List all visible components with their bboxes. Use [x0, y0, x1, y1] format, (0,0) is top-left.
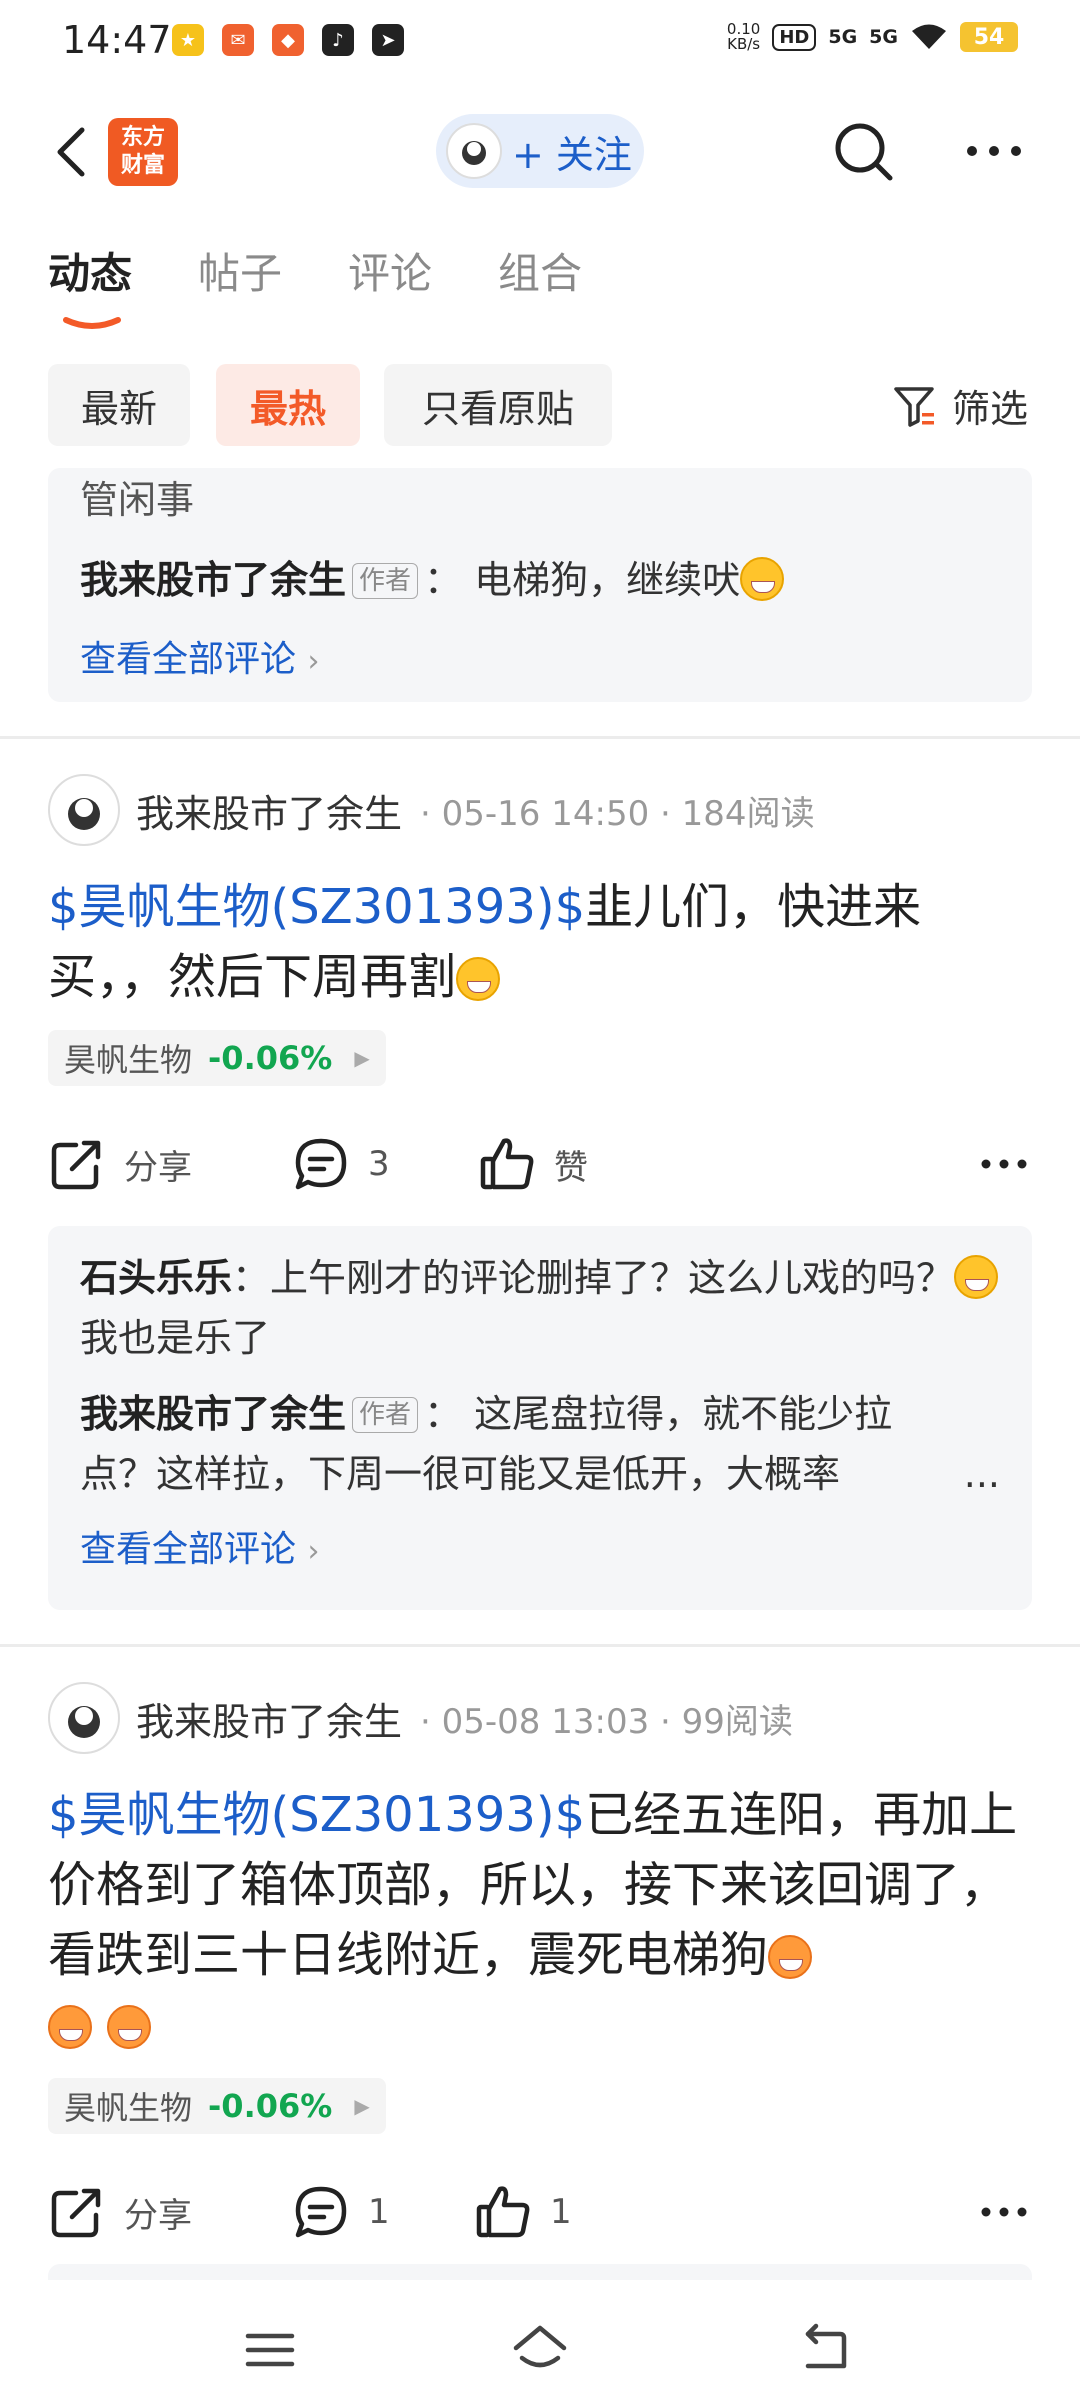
- post-author[interactable]: 我来股市了余生: [136, 1691, 402, 1746]
- like-button[interactable]: 1: [474, 2172, 572, 2252]
- like-button[interactable]: 赞: [478, 1124, 588, 1204]
- more-icon[interactable]: [976, 1136, 1032, 1192]
- follow-label: + 关注: [512, 132, 632, 177]
- hot-face-emoji-icon: [768, 1935, 813, 1979]
- post-card[interactable]: 我来股市了余生 · 05-16 14:50 · 184阅读 $昊帆生物(SZ30…: [48, 774, 1032, 1204]
- status-app-icons: ★ ✉ ◆ ♪ ➤: [172, 24, 404, 56]
- avatar: [446, 123, 502, 179]
- status-bar: 14:47 ★ ✉ ◆ ♪ ➤ 0.10 KB/s HD 5G 5G 54: [0, 0, 1080, 84]
- home-icon[interactable]: [510, 2320, 570, 2380]
- tiktok-icon: ♪: [322, 24, 354, 56]
- top-bar: 东方 财富 + 关注: [0, 96, 1080, 208]
- comment-partial-text: 管闲事: [80, 478, 195, 522]
- comment-preview-card[interactable]: 管闲事 我来股市了余生 作者： 电梯狗，继续吠 查看全部评论 ›: [48, 468, 1032, 702]
- notification-app-icon: ✉: [222, 24, 254, 56]
- comment-preview-card: [48, 2264, 1032, 2280]
- share-button[interactable]: 分享: [48, 2172, 192, 2252]
- post-meta: · 05-08 13:03 · 99阅读: [420, 1701, 793, 1742]
- view-all-comments-link[interactable]: 查看全部评论 ›: [80, 630, 1000, 692]
- post-text[interactable]: $昊帆生物(SZ301393)$已经五连阳，再加上价格到了箱体顶部，所以，接下来…: [48, 1780, 1032, 2060]
- divider: [0, 1644, 1080, 1647]
- system-nav-bar: [0, 2280, 1080, 2408]
- signal-5g-icon: 5G: [869, 26, 898, 48]
- filter-original-only[interactable]: 只看原贴: [384, 364, 612, 446]
- post-header: 我来股市了余生 · 05-08 13:03 · 99阅读: [48, 1682, 1032, 1754]
- share-button[interactable]: 分享: [48, 1124, 192, 1204]
- comment-button[interactable]: 3: [292, 1124, 390, 1204]
- post-card[interactable]: 我来股市了余生 · 05-08 13:03 · 99阅读 $昊帆生物(SZ301…: [48, 1682, 1032, 2252]
- filter-button[interactable]: 筛选: [892, 378, 1028, 433]
- back-nav-icon[interactable]: [794, 2320, 854, 2380]
- menu-icon[interactable]: [240, 2320, 300, 2380]
- comment-ellipsis: ...: [957, 1444, 1000, 1504]
- thumbs-up-icon: [480, 1138, 534, 1190]
- hd-badge: HD: [772, 23, 817, 51]
- play-arrow-icon: ▶: [354, 1046, 370, 1070]
- back-icon[interactable]: [44, 118, 100, 186]
- grimace-emoji-icon: [456, 957, 501, 1001]
- view-all-comments-link[interactable]: 查看全部评论 ›: [80, 1520, 1000, 1582]
- eastmoney-logo[interactable]: 东方 财富: [108, 118, 178, 186]
- hot-face-emoji-icon: [107, 2005, 152, 2049]
- battery-icon: 54: [960, 22, 1018, 52]
- tab-comments[interactable]: 评论: [348, 240, 432, 301]
- post-header: 我来股市了余生 · 05-16 14:50 · 184阅读: [48, 774, 1032, 846]
- comment-preview-card[interactable]: 石头乐乐：上午刚才的评论删掉了？这么儿戏的吗？我也是乐了 我来股市了余生 作者： …: [48, 1226, 1032, 1610]
- comment-line: 石头乐乐：上午刚才的评论删掉了？这么儿戏的吗？我也是乐了: [80, 1248, 1000, 1368]
- telegram-icon: ➤: [372, 24, 404, 56]
- comment-button[interactable]: 1: [292, 2172, 390, 2252]
- post-actions: 分享 1 1: [48, 2172, 1032, 2252]
- status-time: 14:47: [62, 18, 172, 62]
- avatar[interactable]: [48, 774, 120, 846]
- comment-icon: [295, 1138, 347, 1190]
- search-icon[interactable]: [830, 118, 896, 184]
- tab-dynamics[interactable]: 动态: [48, 240, 132, 301]
- notification-app-icon: ★: [172, 24, 204, 56]
- post-meta: · 05-16 14:50 · 184阅读: [420, 793, 815, 834]
- share-icon: [51, 2188, 101, 2238]
- post-actions: 分享 3 赞: [48, 1124, 1032, 1204]
- divider: [0, 736, 1080, 739]
- comment-line: 我来股市了余生 作者： 这尾盘拉得，就不能少拉点？这样拉，下周一很可能又是低开，大…: [80, 1384, 1000, 1504]
- play-arrow-icon: ▶: [354, 2094, 370, 2118]
- comment-line: 我来股市了余生 作者： 电梯狗，继续吠: [80, 550, 1000, 610]
- avatar[interactable]: [48, 1682, 120, 1754]
- more-icon[interactable]: [960, 118, 1028, 184]
- more-icon[interactable]: [976, 2184, 1032, 2240]
- profile-tabs: 动态 帖子 评论 组合: [0, 240, 1080, 336]
- notification-app-icon: ◆: [272, 24, 304, 56]
- chevron-right-icon: ›: [307, 1534, 320, 1569]
- share-icon: [51, 1140, 101, 1190]
- tab-portfolio[interactable]: 组合: [498, 240, 582, 301]
- tab-active-indicator: [63, 317, 121, 329]
- stock-tag-link[interactable]: $昊帆生物(SZ301393)$: [48, 1787, 585, 1843]
- thumbs-up-icon: [476, 2186, 530, 2238]
- status-indicators: 0.10 KB/s HD 5G 5G 54: [727, 22, 1018, 52]
- stock-quote-chip[interactable]: 昊帆生物 -0.06% ▶: [48, 1030, 386, 1086]
- net-speed: 0.10 KB/s: [726, 20, 761, 53]
- hot-face-emoji-icon: [48, 2005, 92, 2049]
- filter-icon: [894, 386, 934, 427]
- stock-tag-link[interactable]: $昊帆生物(SZ301393)$: [48, 879, 585, 935]
- tab-posts[interactable]: 帖子: [198, 240, 282, 301]
- laughing-emoji-icon: [954, 1255, 999, 1299]
- post-text[interactable]: $昊帆生物(SZ301393)$韭儿们，快进来买，，然后下周再割: [48, 872, 1032, 1012]
- filter-hottest[interactable]: 最热: [216, 364, 360, 446]
- wifi-icon: [912, 24, 946, 49]
- signal-5g-icon: 5G: [828, 26, 858, 48]
- grimace-emoji-icon: [740, 557, 785, 601]
- filter-latest[interactable]: 最新: [48, 364, 190, 446]
- comment-icon: [295, 2186, 347, 2238]
- follow-button[interactable]: + 关注: [436, 114, 644, 188]
- chevron-right-icon: ›: [307, 644, 320, 679]
- filter-bar: 最新 最热 只看原贴 筛选: [0, 364, 1080, 448]
- post-author[interactable]: 我来股市了余生: [136, 783, 402, 838]
- stock-quote-chip[interactable]: 昊帆生物 -0.06% ▶: [48, 2078, 386, 2134]
